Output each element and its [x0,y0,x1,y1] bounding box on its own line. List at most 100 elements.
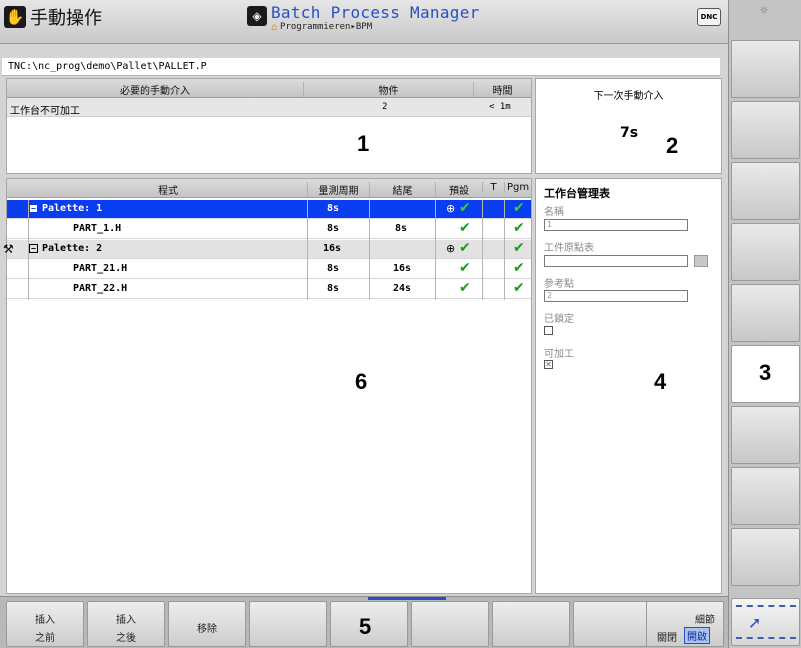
next-intervention-panel: 下一次手動介入 7s 2 [535,78,722,174]
application-title: ◈ Batch Process Manager ⌂ Programmieren▸… [247,4,480,33]
details-off-label: 關閉 [657,633,677,644]
pgm-check-icon: ✔ [513,200,525,216]
row-name: PART_1.H [73,223,122,234]
row-end: 16s [393,263,412,274]
reference-field[interactable]: 2 [544,290,688,302]
remove-softkey[interactable]: 移除 [168,601,246,647]
tree-gutter-divider [28,200,29,300]
vertical-softkey-bar: ☼ 3 ➚ [728,0,801,648]
intervention-panel: 必要的手動介入 物件 時間 工作台不可加工 2 < 1m 1 [6,78,532,174]
table-row[interactable]: ⚒ − Palette: 2 16s ⊕ ✔ ✔ [3,240,531,259]
locked-checkbox[interactable] [544,326,553,335]
header-bar: ✋ 手動操作 ◈ Batch Process Manager ⌂ Program… [0,0,728,44]
row-cycle: 16s [323,243,342,254]
softkey-6[interactable] [411,601,489,647]
mode-title: 手動操作 [30,8,102,29]
callout-1: 1 [357,131,370,156]
tool-marker-icon: ⚒ [3,242,14,256]
col-header-intervention: 必要的手動介入 [120,86,190,97]
collapse-icon[interactable]: − [29,243,38,253]
datum-table-label: 工件原點表 [544,243,594,254]
preset-target-icon: ⊕ [446,242,456,255]
pallet-form: 工作台管理表 名稱 1 工件原點表 參考點 2 已鎖定 可加工 ✕ 4 [535,178,722,594]
col-header-t: T [482,182,504,193]
col-header-time: 時間 [473,82,531,97]
insert-after-softkey[interactable]: 插入 之後 [87,601,165,647]
table-row[interactable]: PART_1.H 8s 8s ✔ ✔ [7,220,531,239]
bar-bottom-dashes [736,637,796,639]
locked-label: 已鎖定 [544,314,574,325]
breadcrumb-text: Programmieren▸BPM [280,22,373,32]
vertical-softkey-2[interactable] [731,101,800,159]
sun-icon: ☼ [759,4,769,17]
browse-button[interactable] [694,255,708,267]
col-header-object: 物件 [303,82,473,97]
next-intervention-title: 下一次手動介入 [593,91,664,102]
column-divider [369,200,370,300]
vertical-softkey-4[interactable] [731,223,800,281]
vertical-softkey-8[interactable] [731,467,800,525]
program-table: 程式 量測周期 結尾 預設 T Pgm − Palette: 1 8s ⊕ ✔ ✔… [3,178,532,594]
horizontal-softkey-bar: 插入 之前 插入 之後 移除 5 細節 關閉 開啟 [0,596,728,648]
table-row[interactable]: PART_22.H 8s 24s ✔ ✔ [7,280,531,299]
row-cycle: 8s [327,283,340,294]
name-field[interactable]: 1 [544,219,688,231]
datum-table-field[interactable] [544,255,688,267]
pgm-check-icon: ✔ [513,280,525,296]
preset-target-icon: ⊕ [446,202,456,215]
column-divider [482,200,483,300]
hand-icon: ✋ [4,6,26,28]
machinable-checkbox[interactable]: ✕ [544,360,553,369]
row-name: − Palette: 2 [29,243,102,254]
name-label: 名稱 [544,207,564,218]
vertical-softkey-7[interactable] [731,406,800,464]
softkey-level-indicator [368,597,446,600]
col-header-end: 結尾 [369,182,435,197]
switch-arrow-icon: ➚ [748,613,762,632]
callout-6: 6 [355,369,368,394]
pgm-check-icon: ✔ [513,240,525,256]
dnc-indicator: DNC [697,8,721,26]
column-divider [307,200,308,300]
col-header-program: 程式 [158,186,178,197]
col-header-pgm: Pgm [504,182,531,193]
diamond-arrow-icon: ◈ [247,6,267,26]
table-row[interactable]: PART_21.H 8s 16s ✔ ✔ [7,260,531,279]
file-path: TNC:\nc_prog\demo\Pallet\PALLET.P [2,58,720,76]
insert-before-softkey[interactable]: 插入 之前 [6,601,84,647]
vertical-softkey-9[interactable] [731,528,800,586]
pgm-check-icon: ✔ [513,220,525,236]
next-intervention-value: 7s [620,125,639,141]
operating-mode: ✋ 手動操作 [4,4,102,30]
row-cycle: 8s [327,223,340,234]
softkey-5[interactable]: 5 [330,601,408,647]
vertical-softkey-6[interactable]: 3 [731,345,800,403]
vertical-softkey-5[interactable] [731,284,800,342]
intervention-row[interactable]: 工作台不可加工 2 < 1m [7,98,531,117]
intervention-object: 2 [382,102,388,112]
row-cycle: 8s [327,203,340,214]
callout-5: 5 [359,614,372,639]
check-icon: ✔ [459,280,471,296]
collapse-icon[interactable]: − [29,203,38,213]
program-table-header: 程式 量測周期 結尾 預設 T Pgm [7,179,531,198]
callout-4: 4 [654,369,667,394]
vertical-softkey-3[interactable] [731,162,800,220]
softkey-bar-switch[interactable]: ➚ [731,598,800,646]
intervention-header: 必要的手動介入 物件 時間 [7,79,531,98]
vertical-softkey-1[interactable] [731,40,800,98]
softkey-7[interactable] [492,601,570,647]
check-icon: ✔ [459,260,471,276]
reference-label: 參考點 [544,279,574,290]
details-toggle-softkey[interactable]: 細節 關閉 開啟 [646,601,724,647]
details-on-label: 開啟 [684,627,710,644]
col-header-preset: 預設 [435,182,482,197]
table-row[interactable]: − Palette: 1 8s ⊕ ✔ ✔ [7,200,531,219]
breadcrumb: ⌂ Programmieren▸BPM [271,22,480,33]
softkey-4[interactable] [249,601,327,647]
softkey-8[interactable] [573,601,651,647]
bar-top-dashes [736,605,796,607]
row-cycle: 8s [327,263,340,274]
row-name: − Palette: 1 [29,203,102,214]
row-end: 8s [395,223,408,234]
